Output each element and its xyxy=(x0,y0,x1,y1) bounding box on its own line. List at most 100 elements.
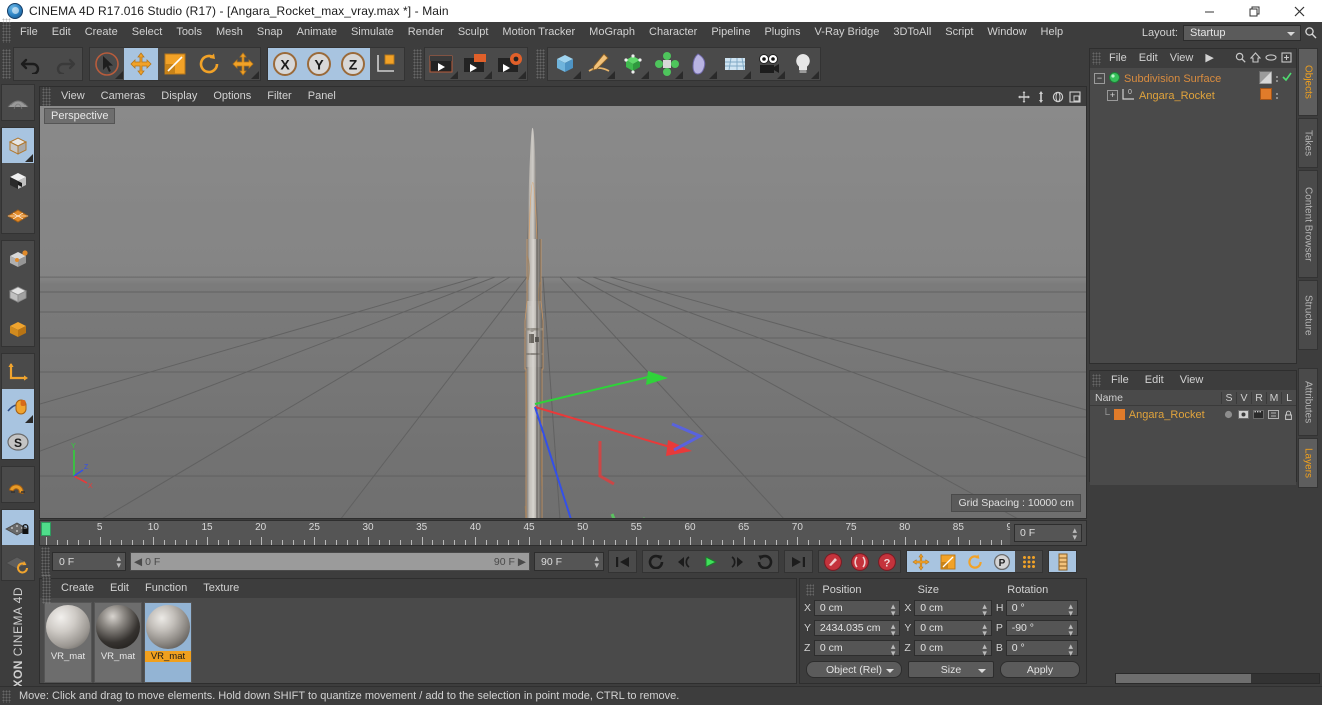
spinner-icon[interactable]: ▴ ▾ xyxy=(982,642,987,658)
current-frame-field[interactable]: 0 F ▴ ▾ xyxy=(52,552,126,571)
texture-mode-button[interactable] xyxy=(2,163,34,198)
points-mode-button[interactable] xyxy=(2,198,34,233)
autokeying-button[interactable] xyxy=(846,551,873,572)
model-mode-button[interactable] xyxy=(2,128,34,163)
menu-help[interactable]: Help xyxy=(1034,22,1071,43)
spinner-icon[interactable]: ▴ ▾ xyxy=(1068,642,1073,658)
step-forward-button[interactable] xyxy=(724,551,751,572)
menu-animate[interactable]: Animate xyxy=(290,22,344,43)
scale-key-button[interactable] xyxy=(934,551,961,572)
polygons-mode-button[interactable] xyxy=(2,276,34,311)
render-settings-button[interactable] xyxy=(493,47,527,80)
rotation-b-field[interactable]: 0 ° ▴ ▾ xyxy=(1005,640,1078,658)
make-editable-button[interactable] xyxy=(2,85,34,120)
world-object-coordinate-toggle[interactable] xyxy=(370,47,404,80)
material-grip[interactable] xyxy=(42,573,51,604)
go-to-start-button[interactable] xyxy=(609,551,636,572)
link-object-icon[interactable] xyxy=(1265,52,1277,66)
material-menu-edit[interactable]: Edit xyxy=(102,579,137,598)
visibility-dots-icon[interactable] xyxy=(1276,75,1278,82)
edges-mode-button[interactable] xyxy=(2,241,34,276)
menu-select[interactable]: Select xyxy=(125,22,170,43)
menu-create[interactable]: Create xyxy=(78,22,125,43)
scrollbar-thumb[interactable] xyxy=(1116,674,1251,683)
render-to-picture-viewer-button[interactable] xyxy=(459,47,493,80)
enabled-check-icon[interactable] xyxy=(1282,72,1292,85)
layer-menu-edit[interactable]: Edit xyxy=(1137,371,1172,390)
search-objects-icon[interactable] xyxy=(1235,52,1246,66)
new-layer-icon[interactable] xyxy=(1281,51,1292,66)
menu-vray-bridge[interactable]: V-Ray Bridge xyxy=(808,22,887,43)
object-row-angara-rocket[interactable]: + 0 Angara_Rocket xyxy=(1090,87,1296,104)
timeline-playhead[interactable] xyxy=(41,522,51,536)
menu-3dtoall[interactable]: 3DToAll xyxy=(886,22,938,43)
range-right-arrow-icon[interactable]: ▶ xyxy=(518,556,526,568)
lock-x-axis[interactable]: X xyxy=(268,47,302,80)
enable-snap-button[interactable]: S xyxy=(2,424,34,459)
point-level-animation-button[interactable] xyxy=(1015,551,1042,572)
viewport-menu-filter[interactable]: Filter xyxy=(259,87,299,106)
frame-range-slider[interactable]: ◀ 0 F 90 F ▶ xyxy=(130,552,530,571)
magnet-tool-button[interactable] xyxy=(2,467,34,502)
layer-manager-toggle[interactable] xyxy=(1266,410,1281,419)
material-item[interactable]: VR_mat xyxy=(144,602,192,683)
timeline-layout-button[interactable] xyxy=(1049,551,1076,572)
step-back-button[interactable] xyxy=(670,551,697,572)
perspective-viewport[interactable]: View Cameras Display Options Filter Pane… xyxy=(39,86,1087,519)
home-object-icon[interactable] xyxy=(1249,51,1262,66)
menu-plugins[interactable]: Plugins xyxy=(757,22,807,43)
object-menu-view[interactable]: View xyxy=(1164,49,1200,68)
search-icon[interactable] xyxy=(1301,26,1319,39)
tab-objects[interactable]: Objects xyxy=(1298,48,1318,116)
maximize-view-icon[interactable] xyxy=(1068,90,1082,104)
spinner-icon[interactable]: ▴ ▾ xyxy=(1068,622,1073,638)
spinner-icon[interactable]: ▴ ▾ xyxy=(594,554,599,570)
record-active-objects-button[interactable] xyxy=(819,551,846,572)
move-tool[interactable] xyxy=(124,47,158,80)
rotation-key-button[interactable] xyxy=(961,551,988,572)
lock-z-axis[interactable]: Z xyxy=(336,47,370,80)
menu-window[interactable]: Window xyxy=(980,22,1033,43)
apply-button[interactable]: Apply xyxy=(1000,661,1080,678)
material-menu-create[interactable]: Create xyxy=(53,579,102,598)
position-x-field[interactable]: 0 cm ▴ ▾ xyxy=(813,600,901,618)
menu-script[interactable]: Script xyxy=(938,22,980,43)
material-menu-function[interactable]: Function xyxy=(137,579,195,598)
range-left-arrow-icon[interactable]: ◀ xyxy=(134,556,142,568)
size-mode-dropdown[interactable]: Size xyxy=(908,661,994,678)
spinner-icon[interactable]: ▴ ▾ xyxy=(1072,526,1077,542)
menu-mograph[interactable]: MoGraph xyxy=(582,22,642,43)
viewport-solo-button[interactable] xyxy=(2,389,34,424)
move-duplicate-tool[interactable] xyxy=(226,47,260,80)
tab-layers[interactable]: Layers xyxy=(1298,438,1318,488)
menu-render[interactable]: Render xyxy=(401,22,451,43)
toolbar-grip-3[interactable] xyxy=(536,48,545,79)
workplane-lock-button[interactable] xyxy=(2,510,34,545)
menu-tools[interactable]: Tools xyxy=(169,22,209,43)
menu-edit[interactable]: Edit xyxy=(45,22,78,43)
close-icon[interactable] xyxy=(1277,0,1322,22)
size-z-field[interactable]: 0 cm ▴ ▾ xyxy=(914,640,992,658)
menu-character[interactable]: Character xyxy=(642,22,704,43)
object-tree[interactable]: − Subdivision Surface + 0 Angara_Rocket xyxy=(1090,68,1296,363)
layer-list[interactable]: └ Angara_Rocket xyxy=(1090,406,1296,485)
coordinate-mode-dropdown[interactable]: Object (Rel) xyxy=(806,661,902,678)
rotation-h-field[interactable]: 0 ° ▴ ▾ xyxy=(1005,600,1078,618)
material-item[interactable]: VR_mat xyxy=(44,602,92,683)
layer-manager-grip[interactable] xyxy=(1092,374,1101,387)
end-frame-field[interactable]: 90 F ▴ ▾ xyxy=(534,552,604,571)
expand-toggle-icon[interactable]: + xyxy=(1107,90,1118,101)
viewport-menu-panel[interactable]: Panel xyxy=(300,87,344,106)
layer-menu-file[interactable]: File xyxy=(1103,371,1137,390)
layer-row[interactable]: └ Angara_Rocket xyxy=(1090,406,1296,423)
redo-icon[interactable] xyxy=(48,47,82,80)
spline-pen-button[interactable] xyxy=(582,47,616,80)
spinner-icon[interactable]: ▴ ▾ xyxy=(116,554,121,570)
floor-environment-button[interactable] xyxy=(718,47,752,80)
pan-view-icon[interactable] xyxy=(1017,90,1031,104)
layer-render-toggle[interactable] xyxy=(1251,410,1266,419)
menu-pipeline[interactable]: Pipeline xyxy=(704,22,757,43)
spinner-icon[interactable]: ▴ ▾ xyxy=(891,602,896,618)
position-key-button[interactable] xyxy=(907,551,934,572)
render-view-button[interactable] xyxy=(425,47,459,80)
